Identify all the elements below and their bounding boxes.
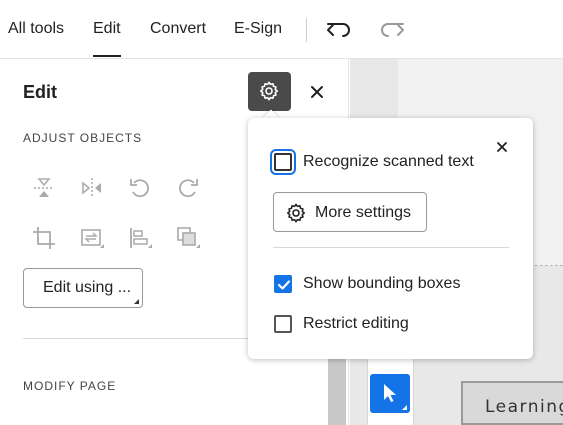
- rotate-right-icon[interactable]: [175, 175, 201, 201]
- cursor-icon: [384, 384, 396, 402]
- align-objects-icon[interactable]: [127, 225, 153, 251]
- restrict-editing-label: Restrict editing: [303, 315, 409, 332]
- tab-all-tools[interactable]: All tools: [8, 20, 64, 38]
- popover-divider: [273, 247, 509, 248]
- more-settings-button[interactable]: More settings: [273, 192, 427, 232]
- toolbar-divider: [306, 18, 307, 42]
- modify-page-label: MODIFY PAGE: [23, 379, 117, 393]
- edit-using-label: Edit using ...: [43, 279, 132, 296]
- document-text-box[interactable]: Learning: [461, 381, 563, 425]
- panel-title: Edit: [23, 82, 57, 102]
- recognize-scanned-text-label: Recognize scanned text: [303, 153, 474, 170]
- select-tool-button[interactable]: [370, 374, 410, 413]
- crop-icon[interactable]: [31, 225, 57, 251]
- replace-image-icon[interactable]: [79, 225, 105, 251]
- tab-e-sign[interactable]: E-Sign: [234, 20, 282, 38]
- redo-icon[interactable]: [378, 16, 406, 44]
- close-icon: [497, 142, 507, 152]
- more-settings-label: More settings: [315, 204, 412, 221]
- close-icon: [311, 86, 323, 98]
- edit-using-button[interactable]: Edit using ...: [23, 268, 143, 308]
- tab-edit[interactable]: Edit: [93, 20, 121, 57]
- adjust-objects-label: ADJUST OBJECTS: [23, 131, 143, 145]
- flip-vertical-icon[interactable]: [31, 175, 57, 201]
- close-popover-button[interactable]: [494, 139, 510, 155]
- top-toolbar: All tools Edit Convert E-Sign: [0, 0, 563, 59]
- show-bounding-boxes-label: Show bounding boxes: [303, 275, 461, 292]
- checkmark-icon: [277, 280, 291, 290]
- edit-settings-button[interactable]: [248, 72, 291, 111]
- flip-horizontal-icon[interactable]: [79, 175, 105, 201]
- close-panel-button[interactable]: [306, 81, 328, 103]
- gear-icon: [286, 203, 306, 223]
- show-bounding-boxes-checkbox[interactable]: [274, 275, 292, 293]
- dropdown-corner-icon: [134, 299, 139, 304]
- arrange-objects-icon[interactable]: [175, 225, 201, 251]
- gear-icon: [259, 81, 279, 101]
- undo-icon[interactable]: [325, 16, 353, 44]
- panel-scrollbar[interactable]: [328, 355, 346, 425]
- restrict-editing-checkbox[interactable]: [274, 315, 292, 333]
- rotate-left-icon[interactable]: [127, 175, 153, 201]
- tab-convert[interactable]: Convert: [150, 20, 206, 38]
- tool-menu-corner-icon: [402, 405, 407, 410]
- recognize-scanned-text-checkbox[interactable]: [270, 149, 296, 175]
